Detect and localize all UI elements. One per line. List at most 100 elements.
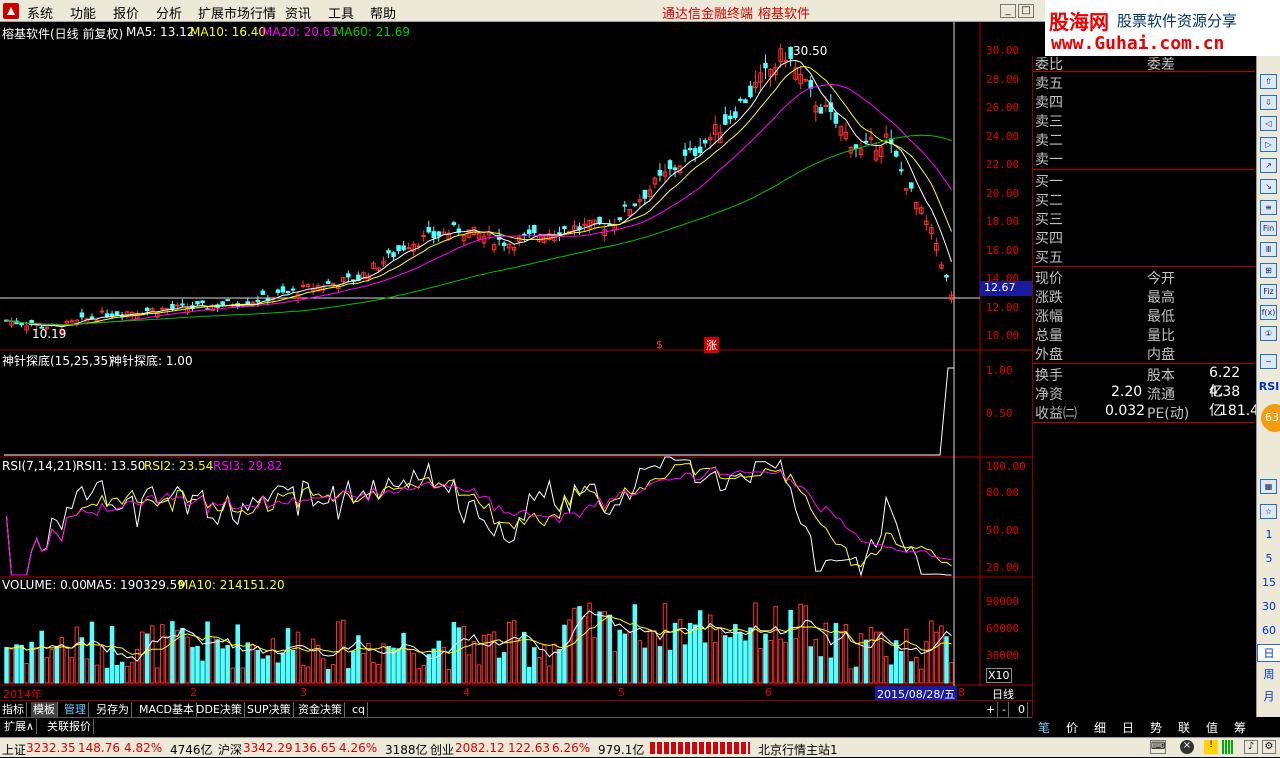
volume-bar [813, 638, 819, 684]
candle-body [160, 307, 165, 310]
volume-bar [823, 622, 829, 684]
candle-body [863, 140, 869, 143]
tab-detail[interactable]: 细 [1094, 719, 1106, 736]
menu-tools[interactable]: 工具 [328, 3, 354, 22]
tab-price[interactable]: 价 [1066, 719, 1078, 736]
fx-icon[interactable]: f(x) [1260, 305, 1277, 320]
minimize-button[interactable]: _ [1000, 4, 1016, 18]
tab-tick[interactable]: 笔 [1038, 719, 1050, 736]
zoom-in-button[interactable]: + [984, 702, 999, 717]
period-30min[interactable]: 30 [1257, 600, 1280, 613]
rsi1-label: RSI1: 13.50 [76, 459, 146, 473]
sound-icon[interactable]: ♪ [1244, 740, 1258, 754]
news-icon[interactable]: Ⅲ [1260, 242, 1277, 257]
line-icon[interactable]: ↘ [1260, 179, 1277, 194]
arrow-up-icon[interactable]: ⇧ [1260, 74, 1277, 89]
volume-bar [155, 667, 160, 684]
tab-macd[interactable]: MACD基本 [137, 702, 197, 717]
volume-bar [702, 642, 708, 684]
menu-function[interactable]: 功能 [70, 3, 96, 22]
chart-icon[interactable]: ↗ [1260, 158, 1277, 173]
volume-title: VOLUME: 0.00 [2, 578, 87, 592]
menu-analysis[interactable]: 分析 [156, 3, 182, 22]
volume-bar [803, 605, 808, 684]
tab-manage[interactable]: 管理 [62, 702, 89, 717]
tab-related-quote[interactable]: 关联报价 [45, 719, 94, 734]
candle-body [562, 226, 567, 230]
tab-trend[interactable]: 势 [1150, 719, 1162, 736]
grid-icon[interactable]: ▦ [1260, 479, 1277, 494]
menu-news[interactable]: 资讯 [285, 3, 311, 22]
volume-bar [54, 646, 60, 684]
info-icon[interactable]: ① [1260, 326, 1277, 341]
candle-body [406, 247, 411, 250]
volume-bar [632, 604, 638, 684]
tab-link[interactable]: 联 [1178, 719, 1190, 736]
tab-value[interactable]: 值 [1206, 719, 1218, 736]
close-icon[interactable]: × [1180, 740, 1194, 754]
menu-help[interactable]: 帮助 [370, 3, 396, 22]
period-month[interactable]: 月 [1257, 688, 1280, 704]
period-5min[interactable]: 5 [1257, 552, 1280, 565]
period-60min[interactable]: 60 [1257, 624, 1280, 637]
candle-body [527, 229, 532, 235]
menu-ext-market[interactable]: 扩展市场行情 [198, 3, 276, 22]
menu-quote[interactable]: 报价 [113, 3, 139, 22]
period-15min[interactable]: 15 [1257, 576, 1280, 589]
sell4: 卖四 [1035, 95, 1063, 111]
maximize-button[interactable]: □ [1018, 4, 1034, 18]
tab-expand[interactable]: 扩展∧ [2, 719, 38, 734]
wave-icon[interactable]: ~ [1260, 354, 1277, 369]
time-month: 4 [463, 686, 470, 699]
volume-bar [617, 629, 623, 684]
status-bar: 上证 3232.35 148.76 4.82% 4746亿 沪深 3342.29… [0, 737, 1280, 757]
period-1min[interactable]: 1 [1257, 528, 1280, 541]
bar-icon[interactable]: ≡ [1260, 200, 1277, 215]
candle-body [290, 288, 296, 291]
tab-fund[interactable]: 资金决策 [296, 702, 345, 717]
window-stock: 榕基软件 [758, 7, 811, 22]
volume-bar [607, 614, 612, 684]
period-day[interactable]: 日 [1257, 644, 1280, 662]
rsi-button[interactable]: RSI [1257, 380, 1280, 393]
inner-label: 内盘 [1147, 347, 1175, 363]
candle-body [788, 46, 793, 59]
tab-cq[interactable]: cq [350, 702, 369, 717]
tree-icon[interactable]: ⊞ [1260, 263, 1277, 278]
server-name[interactable]: 北京行情主站1 [758, 741, 838, 758]
right-icon[interactable]: ▷ [1260, 137, 1277, 152]
candle-body [667, 160, 673, 170]
tab-indicator[interactable]: 指标 [0, 702, 27, 717]
tab-template[interactable]: 模板 [31, 702, 58, 717]
tab-save-as[interactable]: 另存为 [94, 702, 132, 717]
fin-icon[interactable]: Fin [1260, 221, 1277, 236]
tab-day[interactable]: 日 [1122, 719, 1134, 736]
volume-bar [557, 649, 562, 684]
volume-bar [310, 638, 316, 684]
menu-system[interactable]: 系统 [27, 3, 53, 22]
fiz-icon[interactable]: Fiz [1260, 284, 1277, 299]
settings-icon[interactable]: ⚙ [1262, 740, 1276, 754]
left-icon[interactable]: ◁ [1260, 116, 1277, 131]
change-label: 涨跌 [1035, 290, 1063, 306]
candle-body [692, 148, 698, 156]
tab-dde[interactable]: DDE决策 [194, 702, 245, 717]
tab-chips[interactable]: 筹 [1234, 719, 1246, 736]
keyboard-icon[interactable]: ⌨ [1150, 740, 1166, 754]
volume-bar [84, 658, 90, 684]
zoom-reset-button[interactable]: 0 [1016, 702, 1028, 717]
period-week[interactable]: 周 [1257, 666, 1280, 682]
signal-icon [1222, 740, 1234, 754]
candle-body [728, 115, 733, 120]
fav-icon[interactable]: ☆ [1260, 504, 1277, 519]
alert-icon[interactable]: ! [1204, 740, 1218, 754]
volume-bar [4, 647, 9, 684]
badge-circle[interactable]: 63 [1261, 404, 1280, 432]
zoom-out-button[interactable]: - [1000, 702, 1009, 717]
candle-body [642, 189, 648, 199]
chart-area[interactable]: 榕基软件(日线 前复权) MA5: 13.12 MA10: 16.40 MA20… [0, 22, 1032, 686]
arrow-down-icon[interactable]: ⇩ [1260, 95, 1277, 110]
tab-sup[interactable]: SUP决策 [245, 702, 294, 717]
float-label: 流通 [1147, 387, 1175, 403]
side-toolbar: ⇧ ⇩ ◁ ▷ ↗ ↘ ≡ Fin Ⅲ ⊞ Fiz f(x) ① ~ RSI 6… [1256, 56, 1280, 720]
